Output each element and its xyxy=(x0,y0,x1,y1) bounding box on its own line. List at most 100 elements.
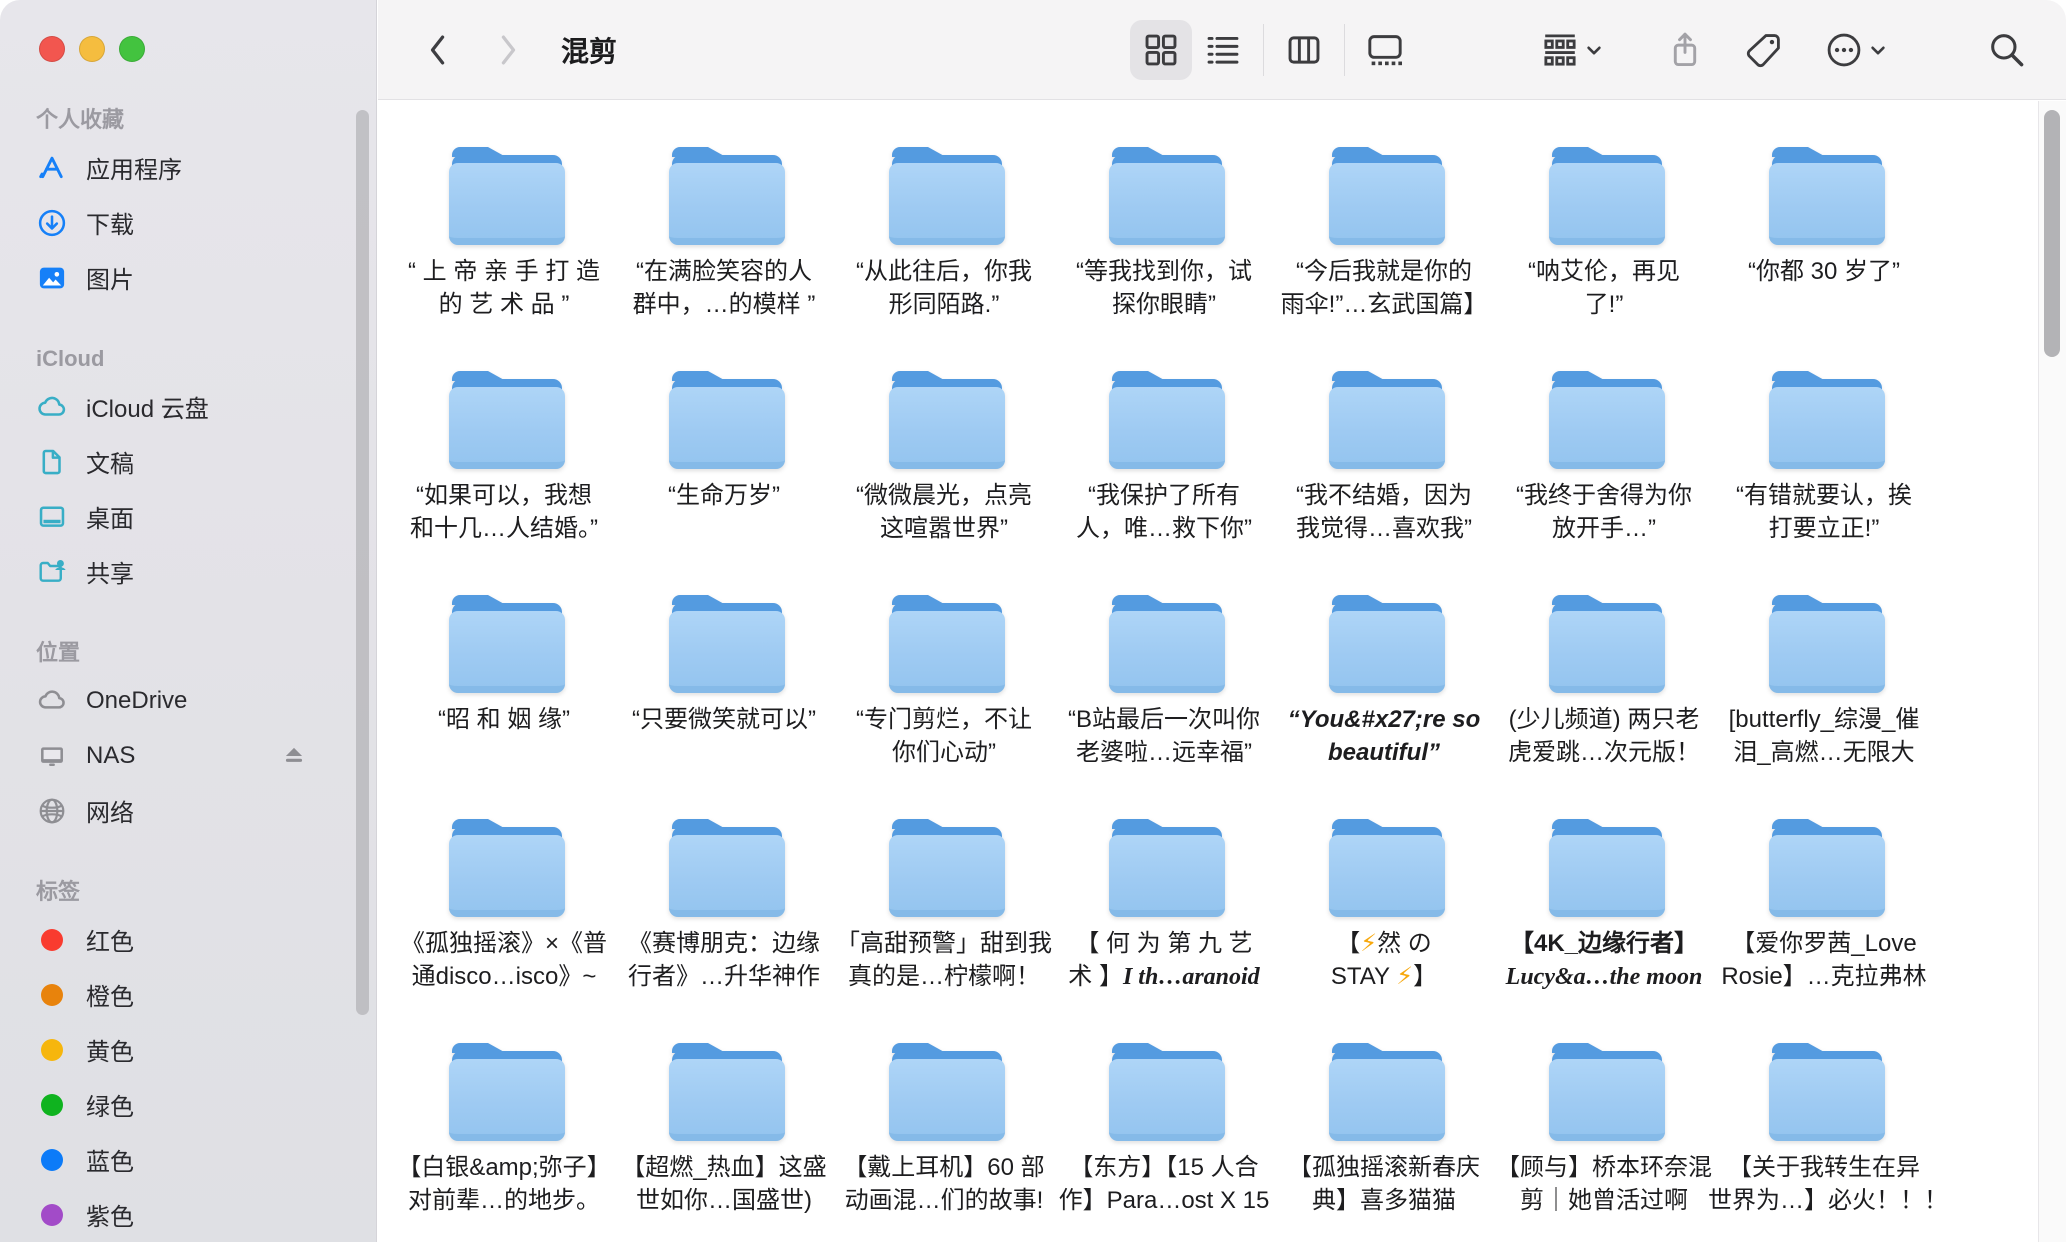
chevron-down-icon xyxy=(1870,44,1886,57)
sidebar-item-shared[interactable]: 共享 xyxy=(22,544,366,599)
folder-label: “生命万岁” xyxy=(608,479,840,512)
tag-dot-icon xyxy=(36,1199,68,1231)
eject-icon[interactable] xyxy=(280,742,308,770)
forward-button[interactable] xyxy=(486,0,530,100)
folder-item[interactable]: 【超燃_热血】这盛世如你…国盛世) xyxy=(617,1043,837,1242)
folder-item[interactable]: “微微晨光，点亮这喧嚣世界” xyxy=(837,371,1057,595)
sidebar-section-header: 位置 xyxy=(22,639,366,667)
folder-item[interactable]: 【爱你罗茜_LoveRosie】…克拉弗林 xyxy=(1717,819,1937,1043)
folder-item[interactable]: 《赛博朋克：边缘行者》…升华神作 xyxy=(617,819,837,1043)
sidebar-item-tag-orange[interactable]: 橙色 xyxy=(22,967,366,1022)
list-view-button[interactable] xyxy=(1192,20,1254,80)
sidebar-item-tag-green[interactable]: 绿色 xyxy=(22,1077,366,1132)
folder-item[interactable]: “生命万岁” xyxy=(617,371,837,595)
folder-item[interactable]: “如果可以，我想和十几…人结婚。” xyxy=(397,371,617,595)
folder-front-panel xyxy=(1329,835,1445,917)
folder-icon xyxy=(889,819,1005,917)
gallery-view-button[interactable] xyxy=(1354,20,1416,80)
sidebar-item-tag-yellow[interactable]: 黄色 xyxy=(22,1022,366,1077)
folder-front-panel xyxy=(449,835,565,917)
folder-label-line: 剪｜她曾活过啊 xyxy=(1488,1184,1720,1217)
appstore-icon xyxy=(36,152,68,184)
sidebar-item-nas[interactable]: NAS xyxy=(22,728,366,783)
folder-item[interactable]: “我不结婚，因为我觉得…喜欢我” xyxy=(1277,371,1497,595)
minimize-button[interactable] xyxy=(79,36,105,62)
folder-item[interactable]: 【顾与】桥本环奈混剪｜她曾活过啊 xyxy=(1497,1043,1717,1242)
sidebar-item-onedrive[interactable]: OneDrive xyxy=(22,673,366,728)
folder-item[interactable]: “在满脸笑容的人群中，…的模样 ” xyxy=(617,147,837,371)
folder-icon xyxy=(449,371,565,469)
folder-item[interactable]: 【东方】【15 人合作】Para…ost X 15 xyxy=(1057,1043,1277,1242)
folder-item[interactable]: 【戴上耳机】60 部动画混…们的故事! xyxy=(837,1043,1057,1242)
sidebar-item-applications[interactable]: 应用程序 xyxy=(22,140,366,195)
folder-item[interactable]: 【4K_边缘行者】Lucy&a…the moon xyxy=(1497,819,1717,1043)
share-button[interactable] xyxy=(1668,0,1702,100)
folder-item[interactable]: 【孤独摇滚新春庆典】喜多猫猫 xyxy=(1277,1043,1497,1242)
folder-label: 【爱你罗茜_LoveRosie】…克拉弗林 xyxy=(1708,927,1940,993)
folder-label-line: 【爱你罗茜_Love xyxy=(1708,927,1940,960)
folder-item[interactable]: “B站最后一次叫你老婆啦…远幸福” xyxy=(1057,595,1277,819)
folder-item[interactable]: “呐艾伦，再见了!” xyxy=(1497,147,1717,371)
sidebar-item-pictures[interactable]: 图片 xyxy=(22,250,366,305)
folder-item[interactable]: “我终于舍得为你放开手…” xyxy=(1497,371,1717,595)
desktop-icon xyxy=(36,501,68,533)
sidebar-item-tag-red[interactable]: 红色 xyxy=(22,912,366,967)
folder-item[interactable]: “ 上 帝 亲 手 打 造的 艺 术 品 ” xyxy=(397,147,617,371)
toolbar-separator xyxy=(1263,24,1264,76)
scrollbar-thumb[interactable] xyxy=(2044,110,2060,357)
folder-label-line: “生命万岁” xyxy=(608,479,840,512)
sidebar-scrollbar[interactable] xyxy=(356,110,369,1015)
gallery-view-icon xyxy=(1366,33,1404,67)
folder-item[interactable]: “从此往后，你我形同陌路.” xyxy=(837,147,1057,371)
sidebar-item-icloud-drive[interactable]: iCloud 云盘 xyxy=(22,379,366,434)
close-button[interactable] xyxy=(39,36,65,62)
sidebar-item-downloads[interactable]: 下载 xyxy=(22,195,366,250)
more-button[interactable] xyxy=(1826,0,1886,100)
sidebar-item-documents[interactable]: 文稿 xyxy=(22,434,366,489)
folder-item[interactable]: 【白银&amp;弥子】对前辈…的地步。 xyxy=(397,1043,617,1242)
folder-front-panel xyxy=(1109,611,1225,693)
folder-item[interactable]: “专门剪烂，不让你们心动” xyxy=(837,595,1057,819)
folder-item[interactable]: [butterfly_综漫_催泪_高燃…无限大 xyxy=(1717,595,1937,819)
folder-item[interactable]: “你都 30 岁了” xyxy=(1717,147,1937,371)
search-button[interactable] xyxy=(1988,0,2026,100)
folder-label-line: “昭 和 姻 缘” xyxy=(388,703,620,736)
folder-label: 【4K_边缘行者】Lucy&a…the moon xyxy=(1488,927,1720,994)
sidebar-item-tag-purple[interactable]: 紫色 xyxy=(22,1187,366,1242)
sidebar-section-header: 标签 xyxy=(22,878,366,906)
back-button[interactable] xyxy=(416,0,460,100)
sidebar-item-network[interactable]: 网络 xyxy=(22,783,366,838)
folder-front-panel xyxy=(669,387,785,469)
scrollbar-track[interactable] xyxy=(2038,101,2066,1242)
folder-front-panel xyxy=(889,387,1005,469)
folder-item[interactable]: “有错就要认，挨打要立正!” xyxy=(1717,371,1937,595)
folder-label: “B站最后一次叫你老婆啦…远幸福” xyxy=(1048,703,1280,769)
folder-item[interactable]: “昭 和 姻 缘” xyxy=(397,595,617,819)
group-button[interactable] xyxy=(1542,0,1602,100)
folder-item[interactable]: “我保护了所有人，唯…救下你” xyxy=(1057,371,1277,595)
chevron-down-icon xyxy=(1586,44,1602,57)
icon-grid: “ 上 帝 亲 手 打 造的 艺 术 品 ”“在满脸笑容的人群中，…的模样 ”“… xyxy=(378,101,2066,1242)
folder-item[interactable]: 《孤独摇滚》×《普通disco…isco》~ xyxy=(397,819,617,1043)
folder-label-line: 【白银&amp;弥子】 xyxy=(388,1151,620,1184)
sidebar-item-tag-blue[interactable]: 蓝色 xyxy=(22,1132,366,1187)
folder-front-panel xyxy=(1109,387,1225,469)
folder-item[interactable]: 「高甜预警」甜到我真的是…柠檬啊！ xyxy=(837,819,1057,1043)
column-view-button[interactable] xyxy=(1273,20,1335,80)
folder-item[interactable]: “You&#x27;re sobeautiful” xyxy=(1277,595,1497,819)
folder-item[interactable]: (少儿频道) 两只老虎爱跳…次元版！ xyxy=(1497,595,1717,819)
icon-view-button[interactable] xyxy=(1130,20,1192,80)
folder-item[interactable]: 【关于我转生在异世界为…】必火！！！ xyxy=(1717,1043,1937,1242)
folder-label-line: 了!” xyxy=(1488,288,1720,321)
sidebar-item-desktop[interactable]: 桌面 xyxy=(22,489,366,544)
folder-item[interactable]: “只要微笑就可以” xyxy=(617,595,837,819)
folder-item[interactable]: “今后我就是你的雨伞!”…玄武国篇】 xyxy=(1277,147,1497,371)
share-icon xyxy=(1668,30,1702,70)
folder-label-line: “我不结婚，因为 xyxy=(1268,479,1500,512)
zoom-button[interactable] xyxy=(119,36,145,62)
folder-label-line: STAY ⚡】 xyxy=(1268,960,1500,993)
folder-item[interactable]: “等我找到你，试探你眼睛” xyxy=(1057,147,1277,371)
folder-item[interactable]: 【 何 为 第 九 艺术 】I th…aranoid xyxy=(1057,819,1277,1043)
tag-button[interactable] xyxy=(1746,0,1782,100)
folder-item[interactable]: 【⚡然 のSTAY ⚡】 xyxy=(1277,819,1497,1043)
